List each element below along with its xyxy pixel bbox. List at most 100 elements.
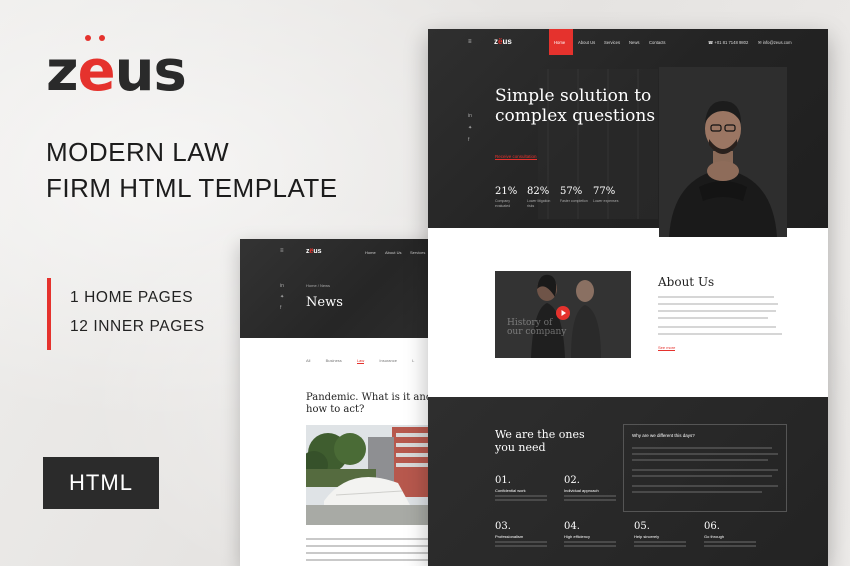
stat-value: 82% <box>527 186 550 197</box>
feature-item: 02. Individual approach <box>564 475 616 501</box>
stat-label: Faster completion <box>560 199 588 203</box>
why-us-title: We are the ones you need <box>495 428 585 454</box>
news-page-title: News <box>306 295 343 310</box>
news-nav-services[interactable]: Services <box>410 250 425 255</box>
why-different-title: Why are we different this days? <box>632 433 695 438</box>
promo-title-line1: MODERN LAW <box>46 137 230 167</box>
stat-label: Lower expenses <box>593 199 619 203</box>
feature-label: Confidential work <box>495 488 526 493</box>
about-text-line <box>658 326 776 328</box>
news-nav-home[interactable]: Home <box>365 250 376 255</box>
feature-item: 03. Professionalism <box>495 521 547 547</box>
play-icon <box>561 310 566 316</box>
hero-title: Simple solution to complex questions <box>495 86 656 126</box>
menu-icon[interactable]: ≡ <box>468 39 472 45</box>
why-different-box: Why are we different this days? <box>623 424 787 512</box>
feature-number: 05. <box>634 521 650 532</box>
main-logo[interactable]: zëus <box>494 37 512 46</box>
person-portrait-illustration <box>659 67 787 237</box>
facebook-icon[interactable]: f <box>280 305 281 311</box>
linkedin-icon[interactable]: in <box>280 283 284 289</box>
news-page-mockup: zëus ≡ Home About Us Services in ✦ f Hom… <box>240 239 440 566</box>
consultation-link[interactable]: Receive consultation <box>495 154 537 160</box>
stat-item: 82% Lower litigation risks <box>527 186 555 208</box>
accent-bar <box>47 278 51 350</box>
phone-number[interactable]: ☎ +01 81 7148 9802 <box>708 40 748 45</box>
feature-text-line <box>634 545 686 547</box>
box-text-line <box>632 459 768 461</box>
feature-item: 01. Confidential work <box>495 475 547 501</box>
feature-text-line <box>564 495 616 497</box>
feature-number: 01. <box>495 475 511 486</box>
news-page-header: zëus ≡ Home About Us Services in ✦ f Hom… <box>240 239 440 338</box>
feature-text-line <box>495 545 547 547</box>
filter-all[interactable]: All <box>306 358 310 363</box>
feature-text-line <box>634 541 686 543</box>
promo-title-line2: FIRM HTML TEMPLATE <box>46 173 338 203</box>
menu-icon[interactable]: ≡ <box>280 248 284 254</box>
feature-text-line <box>704 541 756 543</box>
nav-about[interactable]: About Us <box>578 40 595 45</box>
article-image[interactable] <box>306 425 440 525</box>
feature-label: Professionalism <box>495 534 524 539</box>
box-text-line <box>632 485 778 487</box>
box-text-line <box>632 453 778 455</box>
feature-number: 06. <box>704 521 720 532</box>
news-filter-tabs: All Business Law Insurance L <box>306 358 428 364</box>
feature-number: 04. <box>564 521 580 532</box>
play-button[interactable] <box>556 306 570 320</box>
breadcrumb[interactable]: Home / News <box>306 283 330 288</box>
filter-law[interactable]: Law <box>356 358 365 364</box>
box-text-line <box>632 491 762 493</box>
nav-news[interactable]: News <box>629 40 639 45</box>
box-text-line <box>632 447 772 449</box>
about-title: About Us <box>658 275 715 289</box>
lawyer-portrait <box>659 67 787 237</box>
about-text-line <box>658 296 774 298</box>
article-text-line <box>306 552 440 554</box>
news-nav-about[interactable]: About Us <box>385 250 401 255</box>
box-text-line <box>632 475 772 477</box>
home-page-mockup: ≡ zëus Home About Us Services News Conta… <box>428 29 828 566</box>
filter-business[interactable]: Business <box>326 358 342 363</box>
feature-text-line <box>564 499 616 501</box>
about-text-line <box>658 333 782 335</box>
about-text-line <box>658 310 776 312</box>
facebook-icon[interactable]: f <box>468 137 469 143</box>
promo-feature-home-pages: 1 HOME PAGES <box>70 289 194 306</box>
stat-label: Company evaluated <box>495 199 511 208</box>
feature-text-line <box>495 495 547 497</box>
about-text-line <box>658 317 768 319</box>
feature-label: Help sincerely <box>634 534 660 539</box>
stat-item: 21% Company evaluated <box>495 186 523 208</box>
about-video-thumbnail[interactable]: History of our company <box>495 271 631 358</box>
feature-number: 03. <box>495 521 511 532</box>
about-see-more-link[interactable]: See more <box>658 345 676 351</box>
email-link[interactable]: ✉ info@zeus.com <box>758 40 792 45</box>
nav-services[interactable]: Services <box>604 40 620 45</box>
html-badge: HTML <box>43 457 159 509</box>
stat-value: 21% <box>495 186 518 197</box>
zeus-logo: zeus <box>46 39 187 104</box>
news-page-logo[interactable]: zëus <box>306 248 322 255</box>
main-navbar: ≡ zëus Home About Us Services News Conta… <box>428 29 828 55</box>
promo-feature-inner-pages: 12 INNER PAGES <box>70 318 205 335</box>
box-text-line <box>632 469 778 471</box>
feature-text-line <box>495 499 547 501</box>
feature-text-line <box>564 545 616 547</box>
article-text-line <box>306 559 440 561</box>
nav-contacts[interactable]: Contacts <box>649 40 666 45</box>
nav-home[interactable]: Home <box>554 40 565 45</box>
history-overlay-text: History of our company <box>507 318 567 337</box>
feature-number: 02. <box>564 475 580 486</box>
street-scene-illustration <box>306 425 440 525</box>
why-us-section: We are the ones you need Why are we diff… <box>428 397 828 566</box>
feature-label: Go through <box>704 534 725 539</box>
article-title[interactable]: Pandemic. What is it and how to act? <box>306 392 436 416</box>
twitter-icon[interactable]: ✦ <box>468 125 472 131</box>
filter-more[interactable]: L <box>412 358 414 363</box>
linkedin-icon[interactable]: in <box>468 113 472 119</box>
twitter-icon[interactable]: ✦ <box>280 294 284 300</box>
stat-label: Lower litigation risks <box>527 199 551 208</box>
filter-insurance[interactable]: Insurance <box>379 358 397 363</box>
